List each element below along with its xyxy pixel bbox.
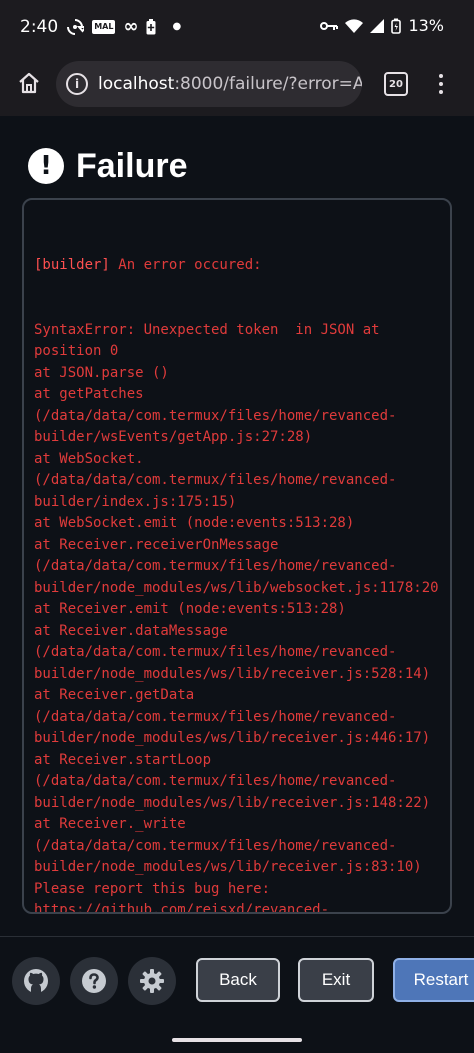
log-line: [builder] An error occured: <box>34 255 450 277</box>
log-line: at WebSocket. <box>34 450 144 467</box>
log-line: builder/node_modules/ws/lib/receiver.js:… <box>34 859 422 875</box>
error-log-content: [builder] An error occured: SyntaxError:… <box>34 212 450 914</box>
vpn-key-icon <box>320 21 339 31</box>
log-line: at Receiver._write <box>34 816 186 832</box>
alert-icon: ! <box>28 148 64 184</box>
mal-app-icon: MAL <box>92 19 116 34</box>
infinity-icon: ∞ <box>123 16 139 37</box>
url-path: :8000/failure/?error=Ar <box>174 74 362 94</box>
home-icon <box>19 72 39 94</box>
sync-icon <box>66 18 85 36</box>
log-line: Please report this bug here: <box>34 880 271 897</box>
log-line: position 0 <box>34 343 119 359</box>
gesture-handle[interactable] <box>172 1038 302 1042</box>
log-line: (/data/data/com.termux/files/home/revanc… <box>34 644 397 660</box>
log-line: builder/node_modules/ws/lib/websocket.js… <box>34 579 439 596</box>
error-log-box[interactable]: [builder] An error occured: SyntaxError:… <box>22 198 452 914</box>
log-line: (/data/data/com.termux/files/home/revanc… <box>34 708 397 725</box>
back-button[interactable]: Back <box>196 958 280 1002</box>
log-first-message: An error occured: <box>109 257 262 273</box>
log-line: builder/node_modules/ws/lib/receiver.js:… <box>34 665 431 682</box>
help-button[interactable] <box>70 957 118 1005</box>
bottom-action-bar: Back Exit Restart <box>0 936 474 1027</box>
restart-button[interactable]: Restart <box>393 958 474 1002</box>
notification-dot-icon: ● <box>172 21 182 32</box>
signal-icon <box>370 18 385 33</box>
gesture-nav-bar <box>0 1026 474 1053</box>
url-host: localhost <box>98 74 175 94</box>
log-line: at JSON.parse () <box>34 364 169 381</box>
log-line: builder/index.js:175:15) <box>34 493 237 510</box>
status-left: 2:40 MAL ∞ ● <box>20 16 181 37</box>
github-icon <box>24 969 48 993</box>
battery-percent: 13% <box>408 16 444 35</box>
home-button[interactable] <box>12 66 46 100</box>
log-line: builder/node_modules/ws/lib/receiver.js:… <box>34 794 431 811</box>
github-button[interactable] <box>12 957 60 1005</box>
log-tag: [builder] <box>34 257 110 273</box>
log-line: at Receiver.emit (node:events:513:28) <box>34 601 346 617</box>
status-bar: 2:40 MAL ∞ ● 13% <box>0 0 474 52</box>
log-line: (/data/data/com.termux/files/home/revanc… <box>34 558 397 574</box>
log-line: at Receiver.receiverOnMessage <box>34 536 279 553</box>
log-line: (/data/data/com.termux/files/home/revanc… <box>34 407 397 424</box>
log-line: at WebSocket.emit (node:events:513:28) <box>34 515 355 531</box>
browser-toolbar: i localhost:8000/failure/?error=Ar 20 <box>0 52 474 116</box>
site-info-icon[interactable]: i <box>66 73 88 95</box>
log-line: at Receiver.startLoop <box>34 751 212 768</box>
more-options-button[interactable] <box>432 70 450 98</box>
address-bar[interactable]: i localhost:8000/failure/?error=Ar <box>56 61 362 107</box>
page-title: Failure <box>76 146 188 185</box>
settings-button[interactable] <box>128 957 176 1005</box>
gear-icon <box>140 969 164 993</box>
log-line: at getPatches <box>34 386 144 402</box>
page-header: ! Failure <box>28 146 187 186</box>
more-vert-icon <box>439 74 443 94</box>
log-line: at Receiver.getData <box>34 687 195 703</box>
log-line: builder/wsEvents/getApp.js:27:28) <box>34 429 313 445</box>
log-line: (/data/data/com.termux/files/home/revanc… <box>34 837 397 854</box>
tab-switcher-button[interactable]: 20 <box>384 72 408 96</box>
url-text[interactable]: localhost:8000/failure/?error=Ar <box>98 74 362 94</box>
battery-icon <box>391 18 402 34</box>
help-icon <box>82 969 106 993</box>
log-line: SyntaxError: Unexpected token in JSON at <box>34 321 380 338</box>
log-line: at Receiver.dataMessage <box>34 622 228 639</box>
status-time: 2:40 <box>20 16 59 37</box>
status-right: 13% <box>320 16 444 35</box>
log-line: (/data/data/com.termux/files/home/revanc… <box>34 773 397 789</box>
log-line: builder/node_modules/ws/lib/receiver.js:… <box>34 730 431 746</box>
wifi-icon <box>345 18 364 33</box>
log-line: https://github.com/reisxd/revanced- <box>34 902 330 914</box>
battery-saver-icon <box>146 18 156 35</box>
log-line: (/data/data/com.termux/files/home/revanc… <box>34 472 397 488</box>
exit-button[interactable]: Exit <box>298 958 374 1002</box>
